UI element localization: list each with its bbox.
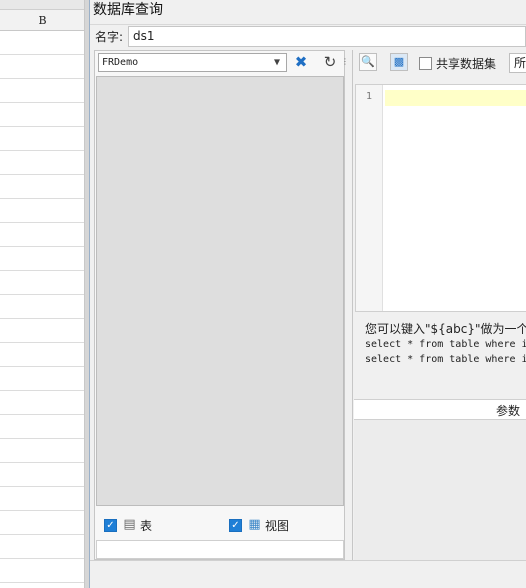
sheet-row[interactable] [0, 270, 84, 271]
sheet-row[interactable] [0, 150, 84, 151]
parameters-column-label: 参数 [496, 404, 521, 418]
tables-toggle[interactable]: ✓ ▤ 表 [104, 516, 152, 534]
sheet-row[interactable] [0, 222, 84, 223]
sheet-toolbar-strip [0, 0, 84, 10]
line-number-gutter: 1 [356, 85, 383, 311]
share-dataset-checkbox[interactable] [419, 57, 432, 70]
title-divider [90, 24, 526, 25]
views-toggle[interactable]: ✓ ▦ 视图 [229, 516, 289, 534]
parameters-table: 参数 [354, 399, 526, 560]
tables-checkbox[interactable]: ✓ [104, 518, 117, 532]
sheet-row[interactable] [0, 534, 84, 535]
sheet-row[interactable] [0, 102, 84, 103]
sheet-row[interactable] [0, 414, 84, 415]
sheet-row[interactable] [0, 558, 84, 559]
share-dataset-toggle[interactable]: 共享数据集 [419, 55, 496, 72]
tab-partial[interactable]: 所 [509, 53, 526, 73]
connection-select[interactable]: FRDemo ▼ [98, 53, 287, 72]
hint-example: select * from table where i [365, 339, 526, 350]
hint-example: select * from table where i [365, 354, 526, 365]
filter-input[interactable] [96, 540, 344, 559]
views-checkbox[interactable]: ✓ [229, 518, 242, 532]
database-query-dialog: 数据库查询 名字: ds1 FRDemo ▼ ✖ ↻ ⋮ ✓ ▤ 表 ✓ ▦ 视… [90, 0, 526, 588]
sql-panel: 🔍 ▩ 共享数据集 所 1 您可以键入"${abc}"做为一个参 select … [352, 50, 526, 560]
sheet-row[interactable] [0, 78, 84, 79]
share-dataset-label: 共享数据集 [436, 57, 497, 71]
connection-select-value: FRDemo [102, 57, 139, 68]
spreadsheet-background: B [0, 0, 85, 588]
dialog-title: 数据库查询 [93, 2, 163, 18]
footer-divider [90, 560, 526, 561]
name-label: 名字: [95, 30, 124, 44]
sheet-row[interactable] [0, 342, 84, 343]
table-icon: ▤ [123, 517, 136, 532]
sheet-row[interactable] [0, 486, 84, 487]
panel-splitter-handle[interactable]: ⋮ [341, 53, 349, 72]
table-tree[interactable] [96, 76, 344, 506]
parameters-header: 参数 [354, 400, 526, 420]
sheet-row[interactable] [0, 294, 84, 295]
sql-format-icon[interactable]: ▩ [390, 53, 408, 71]
line-number: 1 [365, 91, 373, 102]
sql-editor[interactable]: 1 [355, 84, 526, 312]
sheet-row[interactable] [0, 582, 84, 583]
hint-text: 您可以键入"${abc}"做为一个参 [365, 322, 526, 336]
connection-settings-icon[interactable]: ✖ [291, 53, 311, 72]
parameter-hint: 您可以键入"${abc}"做为一个参 select * from table w… [365, 322, 526, 367]
view-icon: ▦ [248, 517, 261, 532]
sheet-row[interactable] [0, 462, 84, 463]
chevron-down-icon[interactable]: ▼ [268, 54, 286, 71]
sheet-row[interactable] [0, 366, 84, 367]
column-header-b[interactable]: B [0, 10, 84, 31]
sheet-row[interactable] [0, 54, 84, 55]
sheet-row[interactable] [0, 318, 84, 319]
current-line-highlight [385, 90, 526, 106]
preview-icon[interactable]: 🔍 [359, 53, 377, 71]
sheet-row[interactable] [0, 126, 84, 127]
tables-label: 表 [140, 518, 153, 533]
views-label: 视图 [265, 518, 290, 533]
connection-panel: FRDemo ▼ ✖ ↻ ⋮ ✓ ▤ 表 ✓ ▦ 视图 [94, 50, 349, 560]
sheet-row[interactable] [0, 246, 84, 247]
sheet-row[interactable] [0, 390, 84, 391]
sheet-row[interactable] [0, 438, 84, 439]
name-input[interactable]: ds1 [128, 26, 526, 47]
refresh-icon[interactable]: ↻ [320, 53, 340, 72]
sheet-row[interactable] [0, 174, 84, 175]
sheet-row[interactable] [0, 198, 84, 199]
sheet-row[interactable] [0, 510, 84, 511]
